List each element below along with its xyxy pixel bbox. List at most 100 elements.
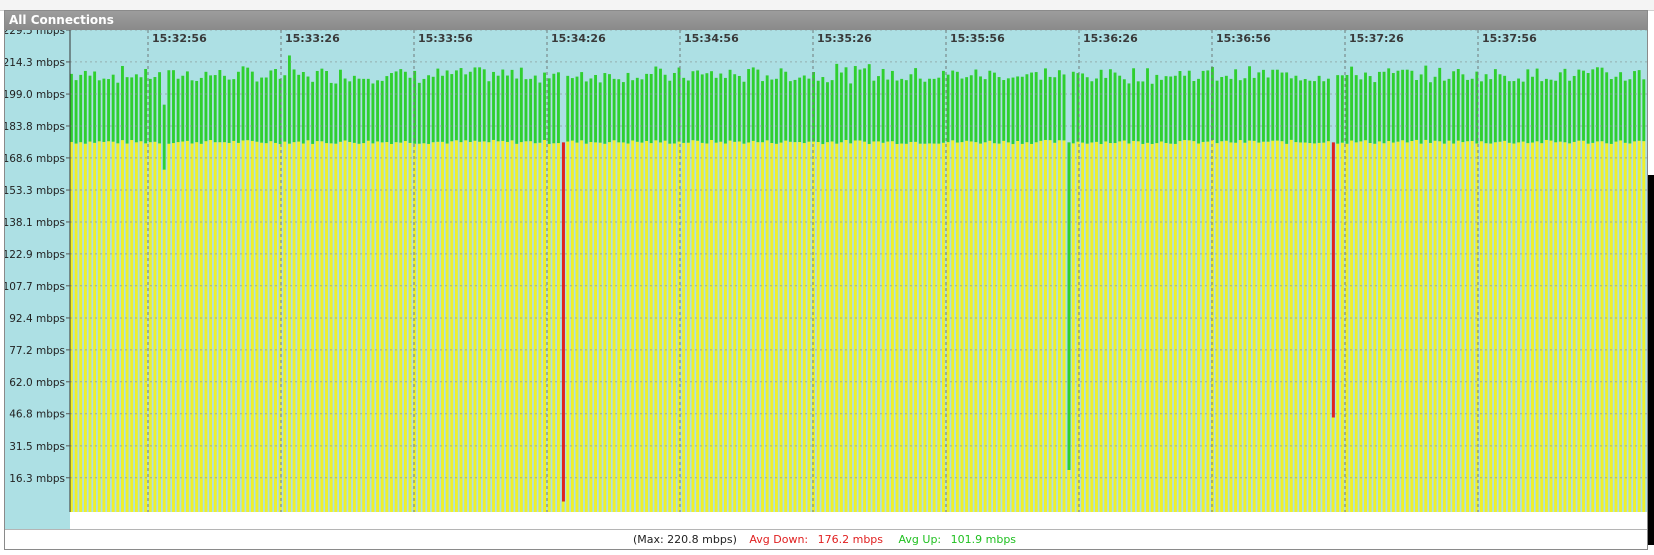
upload-bar xyxy=(533,75,537,144)
download-bar xyxy=(510,140,514,512)
upload-bar xyxy=(626,72,630,144)
download-bar xyxy=(1336,143,1340,512)
upload-bar xyxy=(311,81,315,144)
upload-bar xyxy=(390,73,393,145)
download-bar xyxy=(682,142,686,512)
download-bar xyxy=(473,140,477,512)
download-bar xyxy=(617,142,621,512)
upload-bar xyxy=(1146,68,1149,143)
download-bar xyxy=(524,141,528,512)
upload-bar xyxy=(1350,66,1354,141)
upload-bar xyxy=(1480,81,1483,142)
upload-bar xyxy=(1034,72,1038,143)
upload-bar xyxy=(394,71,398,143)
upload-bar xyxy=(1224,75,1228,141)
y-tick-label: 16.3 mbps xyxy=(9,473,65,485)
upload-bar xyxy=(1252,77,1256,141)
download-bar xyxy=(204,141,208,512)
upload-bar xyxy=(1429,82,1432,143)
download-bar xyxy=(960,142,964,512)
upload-bar xyxy=(872,80,876,142)
upload-bar xyxy=(654,66,658,141)
upload-bar xyxy=(965,77,969,141)
upload-bar xyxy=(1303,78,1307,143)
download-bar xyxy=(1006,142,1010,512)
upload-bar xyxy=(728,69,732,141)
upload-bar xyxy=(617,79,621,143)
upload-bar xyxy=(366,78,370,141)
download-bar xyxy=(988,140,992,512)
download-bar xyxy=(1433,140,1437,512)
upload-bar xyxy=(269,70,273,142)
download-bar xyxy=(468,141,472,512)
download-bar xyxy=(830,141,834,512)
upload-bar xyxy=(775,78,778,144)
y-axis-ticks: 229.5 mbps 214.3 mbps 199.0 mbps 183.8 mbps… xyxy=(5,30,70,485)
download-bar xyxy=(621,142,625,512)
download-bar xyxy=(751,140,755,512)
download-bar xyxy=(877,141,880,512)
upload-bar xyxy=(1628,79,1632,144)
download-bar xyxy=(1169,143,1173,512)
download-bar xyxy=(909,141,913,512)
y-tick-label: 214.3 mbps xyxy=(5,57,65,69)
upload-bar xyxy=(1187,70,1191,141)
upload-bar xyxy=(1466,79,1469,142)
upload-bar xyxy=(144,68,148,144)
download-bar xyxy=(728,140,732,512)
download-bar xyxy=(1498,141,1502,512)
upload-bar xyxy=(993,72,996,144)
upload-bar xyxy=(1095,78,1098,142)
download-bar xyxy=(334,143,338,512)
upload-bar xyxy=(362,78,366,144)
upload-bar xyxy=(283,75,287,142)
download-bar xyxy=(1614,141,1618,512)
upload-bar xyxy=(1470,78,1474,141)
upload-bar xyxy=(1294,75,1298,143)
download-bar xyxy=(951,140,955,512)
download-bar xyxy=(121,140,124,512)
download-bar xyxy=(1387,141,1391,512)
download-bar xyxy=(784,140,788,512)
upload-bar xyxy=(821,77,825,145)
upload-bar xyxy=(139,77,143,142)
upload-bar xyxy=(890,70,894,142)
upload-bar xyxy=(914,68,918,142)
download-bar xyxy=(181,141,185,512)
download-bar xyxy=(867,143,871,512)
upload-bar xyxy=(1132,68,1136,141)
download-bar xyxy=(844,140,848,512)
upload-bar xyxy=(1586,73,1590,144)
download-bar xyxy=(329,143,333,512)
upload-bar xyxy=(1340,75,1344,143)
upload-bar xyxy=(723,77,727,144)
upload-bar xyxy=(1387,68,1391,142)
download-bar xyxy=(608,142,611,512)
upload-bar xyxy=(403,71,407,142)
download-bar xyxy=(1197,143,1200,512)
upload-bar xyxy=(102,78,106,142)
download-bar xyxy=(1512,143,1516,512)
download-bar xyxy=(710,140,713,512)
download-bar xyxy=(246,140,250,512)
y-tick-label: 153.3 mbps xyxy=(5,185,65,197)
upload-bar xyxy=(621,82,625,143)
download-bar xyxy=(260,142,264,512)
upload-bar xyxy=(784,71,788,141)
download-bar xyxy=(561,501,565,512)
upload-bar xyxy=(1044,68,1047,140)
upload-bar xyxy=(904,80,908,144)
download-bar xyxy=(1285,143,1289,512)
download-bar xyxy=(965,140,969,512)
upload-bar xyxy=(668,80,672,144)
download-bar xyxy=(1150,143,1154,512)
upload-bar xyxy=(153,77,157,142)
upload-bar xyxy=(1011,77,1015,145)
upload-bar xyxy=(185,71,189,141)
download-bar xyxy=(1364,140,1367,512)
upload-bar xyxy=(1609,79,1613,144)
max-stat: (Max: 220.8 mbps) xyxy=(632,533,737,546)
upload-bar xyxy=(1438,67,1442,142)
upload-bar xyxy=(1637,70,1641,141)
download-bar xyxy=(125,143,129,512)
